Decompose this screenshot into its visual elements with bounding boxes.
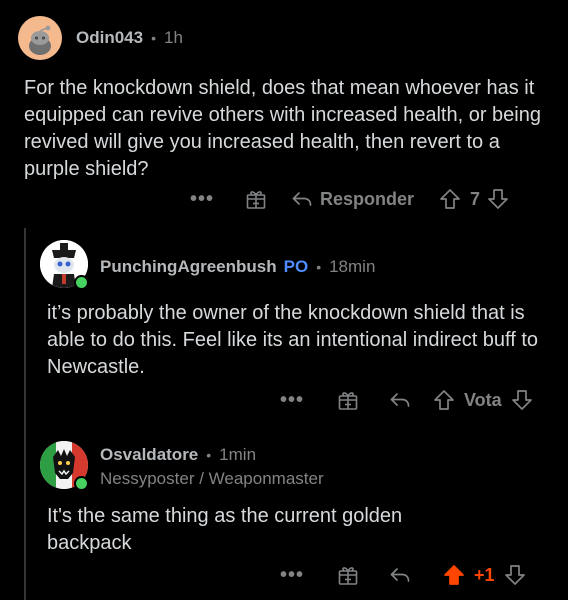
- downvote-arrow-icon: [488, 189, 508, 209]
- upvote-arrow-icon: [444, 565, 464, 585]
- comment-actions: ••• Vota: [278, 385, 534, 415]
- comment-body: it’s probably the owner of the knockdown…: [47, 302, 539, 378]
- gift-award-icon: [246, 191, 266, 209]
- thread-line[interactable]: [24, 228, 26, 600]
- comment-meta: PunchingAgreenbush PO • 18min: [100, 257, 375, 277]
- downvote-button[interactable]: [503, 563, 527, 587]
- upvote-button[interactable]: [432, 388, 456, 412]
- separator-dot: •: [206, 447, 212, 463]
- reply-arrow-icon: [292, 192, 312, 206]
- separator-dot: •: [151, 30, 156, 46]
- downvote-arrow-icon: [511, 390, 532, 410]
- downvote-arrow-icon: [504, 565, 525, 585]
- vote-count: 7: [470, 188, 481, 209]
- reply-label: Responder: [320, 188, 415, 209]
- comment-body: For the knockdown shield, does that mean…: [24, 77, 541, 180]
- gift-award-icon: [338, 567, 358, 585]
- comment-actions: ••• Responder 7: [188, 184, 510, 214]
- more-options-button[interactable]: •••: [188, 188, 216, 211]
- downvote-button[interactable]: [510, 388, 534, 412]
- timestamp: 18min: [329, 257, 376, 276]
- comment-actions: ••• +1: [278, 560, 527, 590]
- comment-body: It's the same thing as the current golde…: [47, 505, 403, 554]
- upvote-button[interactable]: [438, 187, 462, 211]
- username[interactable]: Odin043: [76, 28, 143, 48]
- gift-award-button[interactable]: [336, 563, 360, 587]
- online-indicator-icon: [74, 275, 89, 290]
- reply-arrow-icon: [390, 393, 410, 407]
- downvote-button[interactable]: [486, 187, 510, 211]
- upvote-arrow-icon: [434, 390, 454, 410]
- upvote-arrow-icon: [440, 189, 460, 209]
- upvote-button[interactable]: [442, 563, 466, 587]
- reply-button[interactable]: Responder: [290, 187, 414, 211]
- separator-dot: •: [316, 259, 322, 275]
- reply-button[interactable]: [388, 388, 412, 412]
- reply-button[interactable]: [388, 563, 412, 587]
- comment-meta: Osvaldatore • 1min: [100, 445, 256, 465]
- vote-label: Vota: [464, 389, 502, 410]
- timestamp: 1min: [219, 445, 257, 464]
- gift-award-icon: [338, 392, 358, 410]
- op-badge: PO: [283, 257, 309, 276]
- online-indicator-icon: [74, 476, 89, 491]
- timestamp: 1h: [164, 28, 183, 47]
- gift-award-button[interactable]: [244, 187, 268, 211]
- gift-award-button[interactable]: [336, 388, 360, 412]
- vote-count: +1: [474, 564, 495, 585]
- avatar[interactable]: [18, 16, 62, 60]
- more-options-button[interactable]: •••: [278, 564, 306, 587]
- reply-arrow-icon: [390, 568, 410, 582]
- more-options-button[interactable]: •••: [278, 389, 306, 412]
- user-flair: Nessyposter / Weaponmaster: [100, 469, 324, 488]
- username[interactable]: Osvaldatore: [100, 445, 198, 465]
- snoo-avatar-icon: [29, 25, 51, 55]
- username[interactable]: PunchingAgreenbush: [100, 257, 277, 277]
- comment-meta: Odin043 • 1h: [76, 28, 183, 48]
